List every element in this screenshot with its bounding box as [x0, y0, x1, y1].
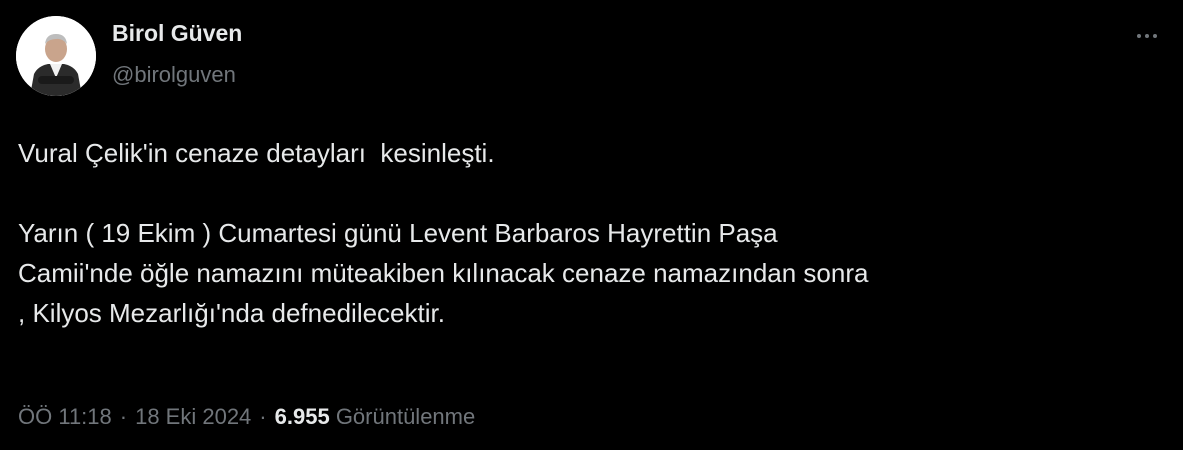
tweet-meta: ÖÖ 11:18 · 18 Eki 2024 · 6.955 Görüntülenme	[18, 404, 475, 430]
author-handle[interactable]: @birolguven	[112, 62, 236, 88]
tweet-text: Vural Çelik'in cenaze detayları kesinleş…	[18, 138, 869, 328]
author-display-name[interactable]: Birol Güven	[112, 20, 242, 47]
tweet-time[interactable]: ÖÖ 11:18	[18, 404, 112, 429]
more-options-button[interactable]	[1129, 22, 1165, 50]
meta-separator: ·	[259, 404, 267, 429]
views-label[interactable]: Görüntülenme	[336, 404, 475, 429]
more-horizontal-icon-dot	[1153, 34, 1157, 38]
avatar[interactable]	[16, 16, 96, 96]
views-count[interactable]: 6.955	[275, 404, 330, 429]
more-horizontal-icon	[1137, 34, 1141, 38]
tweet-date[interactable]: 18 Eki 2024	[135, 404, 251, 429]
tweet-card: Birol Güven @birolguven Vural Çelik'in c…	[0, 0, 1183, 450]
meta-separator: ·	[119, 404, 128, 429]
avatar-image	[16, 16, 96, 96]
more-horizontal-icon-dot	[1145, 34, 1149, 38]
